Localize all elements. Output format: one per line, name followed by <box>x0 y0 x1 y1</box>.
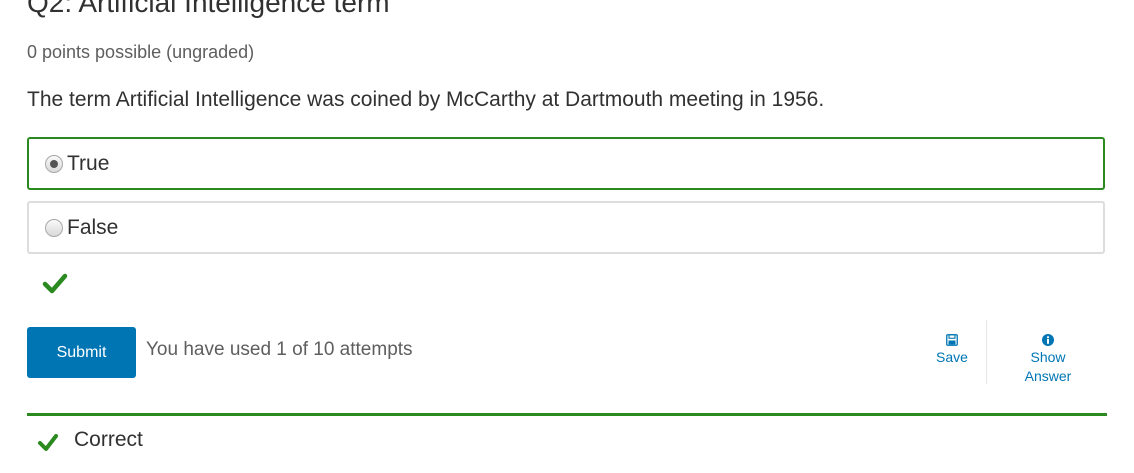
submit-button[interactable]: Submit <box>27 327 136 378</box>
show-answer-line2: Answer <box>1024 368 1072 384</box>
notification-bar <box>27 413 1107 416</box>
choice-label: False <box>67 215 119 239</box>
show-answer-button[interactable]: Show Answer <box>1010 334 1086 386</box>
points-possible: 0 points possible (ungraded) <box>27 42 255 62</box>
radio-button[interactable] <box>45 218 63 237</box>
question-title: Q2: Artificial Intelligence term <box>27 0 390 18</box>
choice-false[interactable]: False <box>27 201 1105 254</box>
problem-page: Q2: Artificial Intelligence term 0 point… <box>0 0 1134 473</box>
show-answer-line1: Show <box>1030 349 1066 365</box>
info-icon <box>1042 334 1054 346</box>
floppy-disk-icon <box>946 334 958 346</box>
question-prompt: The term Artificial Intelligence was coi… <box>27 88 825 111</box>
save-label: Save <box>936 349 968 365</box>
checkmark-icon <box>42 273 68 294</box>
checkmark-icon <box>38 434 58 451</box>
attempts-text: You have used 1 of 10 attempts <box>146 339 413 360</box>
radio-button-selected[interactable] <box>45 154 63 173</box>
action-divider <box>986 320 987 384</box>
choice-label: True <box>67 151 110 175</box>
save-button[interactable]: Save <box>930 334 974 367</box>
radio-dot <box>50 159 58 168</box>
notification-correct: Correct <box>74 428 143 451</box>
choice-true[interactable]: True <box>27 137 1105 190</box>
